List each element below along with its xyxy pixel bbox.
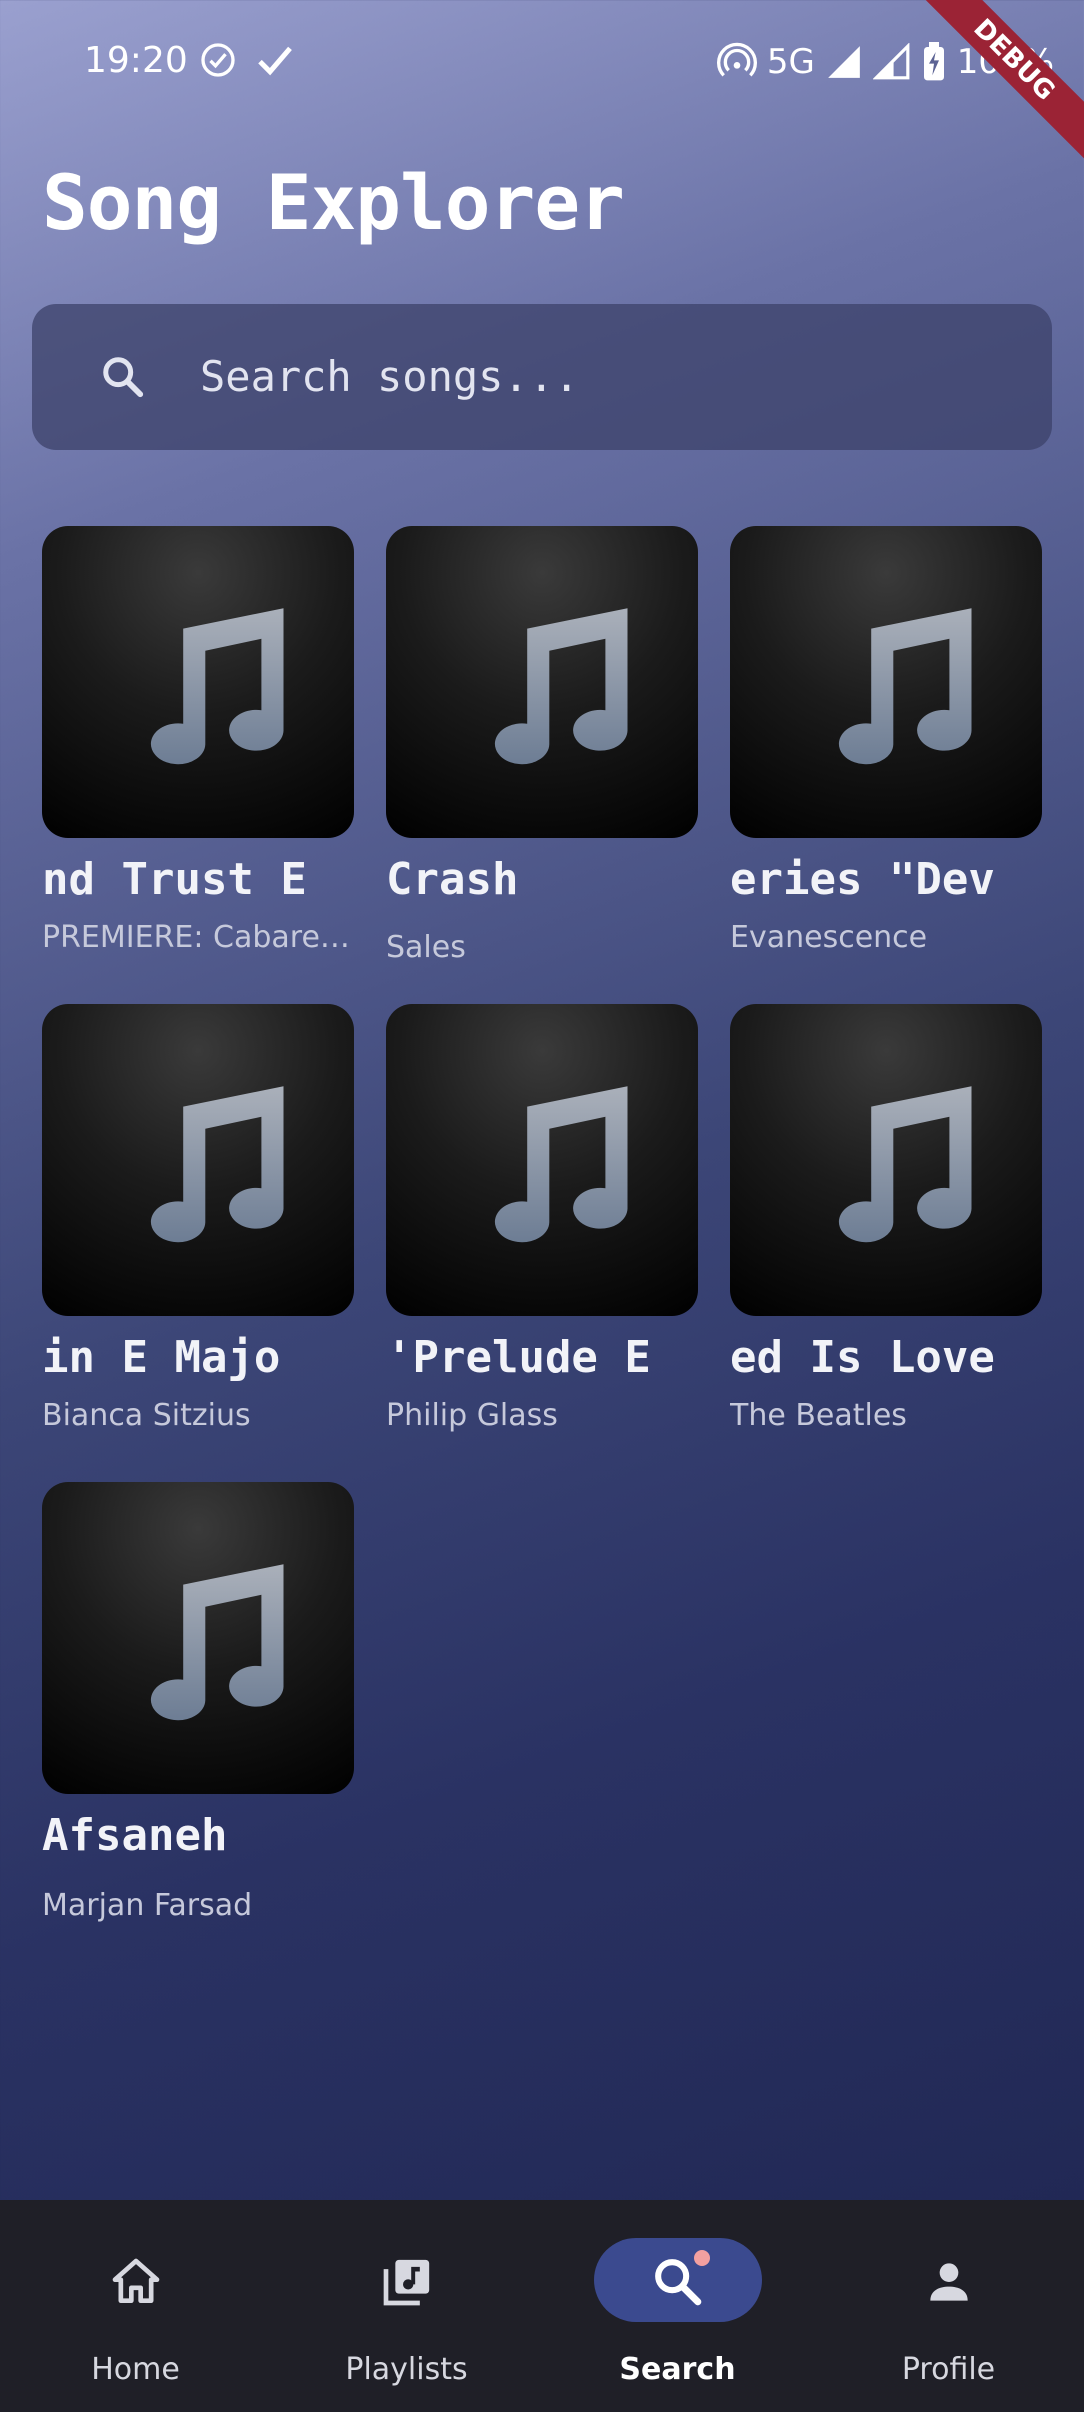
album-art xyxy=(42,1004,354,1316)
song-artist: Sales xyxy=(386,930,466,965)
album-art xyxy=(386,1004,698,1316)
nav-label: Search xyxy=(619,2352,736,2387)
status-time: 19:20 xyxy=(84,40,188,81)
song-artist: PREMIERE: Cabaret... xyxy=(42,920,354,955)
music-note-icon xyxy=(494,608,628,765)
notification-dot xyxy=(693,2250,710,2266)
song-title: Crash xyxy=(386,854,519,905)
album-art xyxy=(42,1482,354,1794)
signal-weak-icon xyxy=(872,43,910,80)
song-card[interactable]: Afsaneh Marjan Farsad xyxy=(42,1482,354,1923)
song-artist: Marjan Farsad xyxy=(42,1888,253,1923)
song-card[interactable]: ed Is Love The Beatles xyxy=(730,1004,1042,1433)
search-input[interactable]: Search songs... xyxy=(32,304,1052,450)
playlist-icon xyxy=(383,2259,429,2306)
song-card[interactable]: eries "Dev Evanescence xyxy=(730,526,1042,955)
search-icon xyxy=(103,357,144,398)
search-placeholder: Search songs... xyxy=(200,352,580,401)
nav-item-playlists[interactable]: Playlists xyxy=(271,2200,542,2412)
song-title: Afsaneh xyxy=(42,1810,228,1861)
album-art xyxy=(386,526,698,838)
song-artist: Bianca Sitzius xyxy=(42,1398,251,1433)
check-icon xyxy=(258,46,292,76)
nav-item-search[interactable]: Search xyxy=(542,2200,813,2412)
home-icon xyxy=(112,2258,159,2303)
bottom-navigation: Home Playlists Search Profile xyxy=(0,2200,1084,2412)
battery-charging-icon xyxy=(923,42,944,81)
nav-icon-container xyxy=(323,2238,491,2322)
status-bar: 19:20 5G 100% DEBUG xyxy=(0,0,1084,167)
song-artist: The Beatles xyxy=(730,1398,907,1433)
nav-icon-container-active xyxy=(593,2238,762,2322)
person-icon xyxy=(929,2263,968,2301)
music-note-icon xyxy=(150,1086,284,1243)
nav-icon-container xyxy=(52,2238,220,2322)
album-art xyxy=(42,526,354,838)
network-type: 5G xyxy=(766,42,815,82)
song-title: nd Trust E xyxy=(42,854,307,905)
hotspot-icon xyxy=(716,42,757,77)
music-note-icon xyxy=(150,1564,284,1721)
song-card[interactable]: Crash Sales xyxy=(386,526,698,965)
check-circle-icon xyxy=(201,43,235,77)
song-artist: Evanescence xyxy=(730,920,928,955)
music-note-icon xyxy=(838,608,972,765)
nav-icon-container xyxy=(865,2238,1033,2322)
nav-item-profile[interactable]: Profile xyxy=(813,2200,1084,2412)
music-note-icon xyxy=(838,1086,972,1243)
song-artist: Philip Glass xyxy=(386,1398,558,1433)
song-title: ed Is Love xyxy=(730,1332,995,1383)
nav-label: Playlists xyxy=(345,2352,468,2387)
album-art xyxy=(730,526,1042,838)
song-card[interactable]: in E Majo Bianca Sitzius xyxy=(42,1004,354,1433)
song-title: in E Majo xyxy=(42,1332,281,1383)
song-title: 'Prelude E xyxy=(386,1332,651,1383)
song-card[interactable]: nd Trust E PREMIERE: Cabaret... xyxy=(42,526,354,955)
nav-item-home[interactable]: Home xyxy=(0,2200,271,2412)
nav-label: Profile xyxy=(901,2352,996,2387)
music-note-icon xyxy=(494,1086,628,1243)
song-card[interactable]: 'Prelude E Philip Glass xyxy=(386,1004,698,1433)
nav-label: Home xyxy=(91,2352,180,2387)
song-title: eries "Dev xyxy=(730,854,995,905)
page-title: Song Explorer xyxy=(42,158,625,247)
signal-icon xyxy=(827,46,860,78)
album-art xyxy=(730,1004,1042,1316)
music-note-icon xyxy=(150,608,284,765)
